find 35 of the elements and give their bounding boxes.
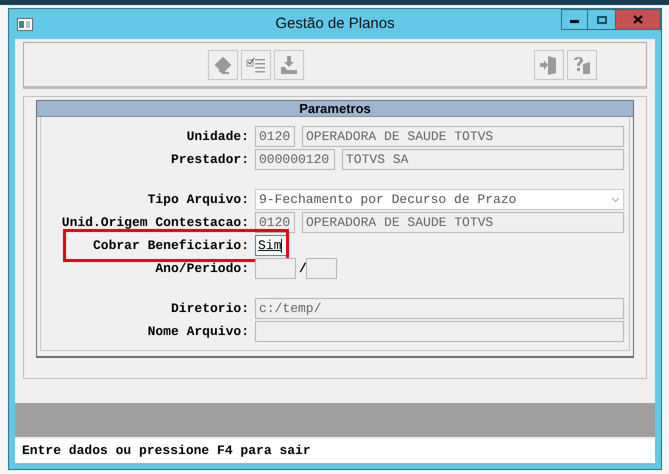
input-field[interactable]: 0120: [255, 126, 295, 147]
minimize-icon: [570, 20, 579, 23]
input-field[interactable]: Sim: [255, 235, 289, 256]
toolbar-button[interactable]: [567, 50, 597, 80]
toolbar-button[interactable]: [208, 50, 238, 80]
input-field[interactable]: TOTVS SA: [342, 149, 624, 170]
download-icon: [278, 54, 300, 76]
input-field[interactable]: OPERADORA DE SAUDE TOTVS: [302, 212, 624, 233]
close-button[interactable]: [615, 9, 661, 30]
field-label: Unid.Origem Contestacao:: [62, 214, 250, 232]
panel-header: Parametros: [37, 101, 633, 117]
field-label: Nome Arquivo:: [148, 322, 250, 341]
field-label: Tipo Arquivo:: [148, 190, 250, 209]
input-field[interactable]: [255, 321, 624, 342]
dropdown[interactable]: 9-Fechamento por Decurso de Prazo: [255, 189, 624, 210]
field-label: Prestador:: [170, 150, 250, 169]
input-field[interactable]: 000000120: [255, 149, 335, 170]
field-label: Cobrar Beneficiario:: [92, 236, 250, 255]
field-label: Diretorio:: [170, 300, 250, 318]
window-title: Gestão de Planos: [274, 14, 396, 34]
input-field[interactable]: c:/temp/: [255, 298, 624, 319]
input-field[interactable]: OPERADORA DE SAUDE TOTVS: [302, 126, 624, 147]
minimize-button[interactable]: [561, 9, 588, 30]
toolbar-button[interactable]: [534, 50, 564, 80]
app-icon: [17, 18, 33, 30]
field-label: Ano/Periodo:: [155, 260, 250, 278]
toolbar-button[interactable]: [241, 50, 271, 80]
chevron-down-icon: [611, 196, 620, 202]
input-field[interactable]: [306, 258, 337, 279]
status-message: Entre dados ou pressione F4 para sair: [22, 442, 311, 460]
toolbar-button[interactable]: [274, 50, 304, 80]
maximize-icon: [596, 16, 606, 24]
field-label: Unidade:: [186, 128, 250, 146]
close-icon: [633, 15, 643, 24]
input-field[interactable]: [255, 258, 296, 279]
